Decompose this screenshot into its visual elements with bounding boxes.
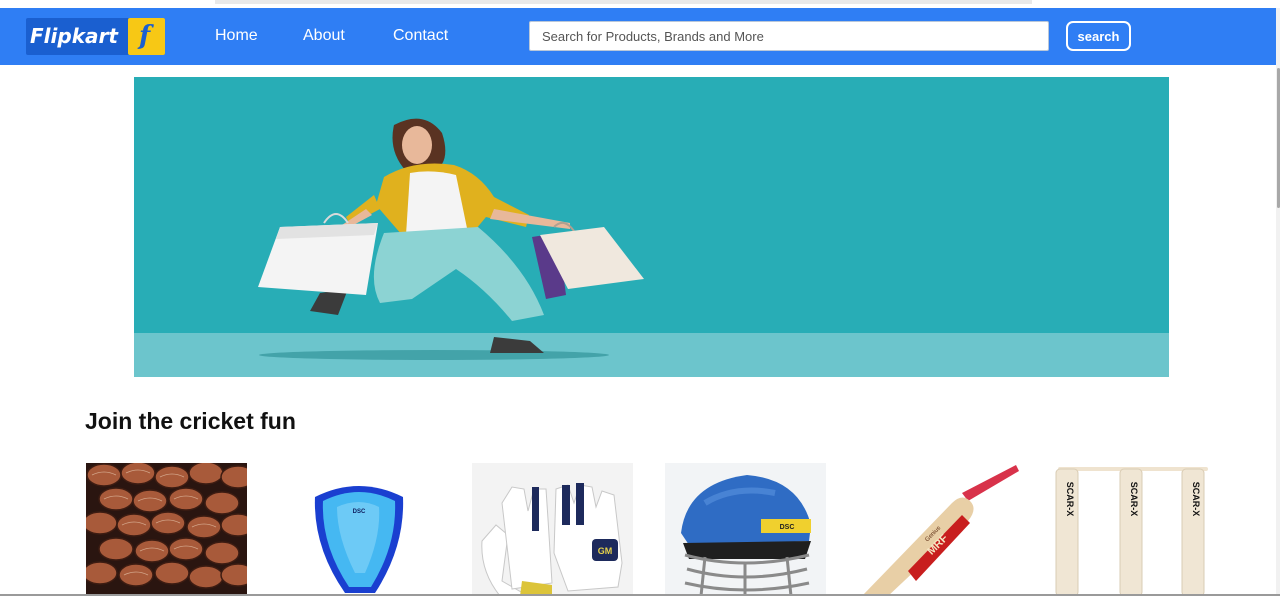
product-card-cricket-helmet[interactable]: DSC	[665, 463, 826, 596]
product-card-cricket-bat[interactable]: MRF Genius	[858, 463, 1019, 596]
logo-bag-letter: f	[139, 21, 151, 51]
cricket-bat-icon: MRF Genius	[858, 463, 1019, 596]
cricket-balls-icon	[86, 463, 247, 596]
svg-text:DSC: DSC	[353, 509, 366, 515]
svg-text:DSC: DSC	[780, 524, 795, 531]
logo-text: Flipkart	[30, 24, 118, 48]
shopping-woman-illustration	[134, 77, 1169, 377]
svg-text:SCAR-X: SCAR-X	[1065, 482, 1075, 517]
section-title: Join the cricket fun	[85, 408, 296, 434]
search-input[interactable]	[529, 21, 1049, 51]
search-button[interactable]: search	[1066, 21, 1131, 51]
shopping-bag-icon: f	[128, 18, 165, 55]
nav-contact-link[interactable]: Contact	[393, 27, 448, 45]
svg-text:GM: GM	[598, 546, 613, 556]
cricket-helmet-icon: DSC	[665, 463, 826, 596]
product-card-cricket-balls[interactable]	[86, 463, 247, 596]
product-card-abdominal-guard[interactable]: DSC	[279, 463, 440, 596]
cricket-stumps-icon: SCAR-X SCAR-X SCAR-X	[1052, 463, 1213, 596]
product-card-cricket-stumps[interactable]: SCAR-X SCAR-X SCAR-X	[1052, 463, 1213, 596]
flipkart-logo[interactable]: Flipkart f	[26, 18, 165, 55]
abdominal-guard-icon: DSC	[279, 463, 440, 596]
browser-top-strip	[215, 0, 1032, 4]
product-card-batting-gloves[interactable]: GM	[472, 463, 633, 596]
svg-text:SCAR-X: SCAR-X	[1191, 482, 1201, 517]
navbar: Flipkart f Home About Contact search	[0, 8, 1276, 65]
scrollbar[interactable]	[1276, 8, 1280, 596]
batting-gloves-icon: GM	[472, 463, 633, 596]
hero-banner[interactable]	[134, 77, 1169, 377]
svg-text:SCAR-X: SCAR-X	[1129, 482, 1139, 517]
nav-about-link[interactable]: About	[303, 27, 345, 45]
nav-home-link[interactable]: Home	[215, 27, 258, 45]
